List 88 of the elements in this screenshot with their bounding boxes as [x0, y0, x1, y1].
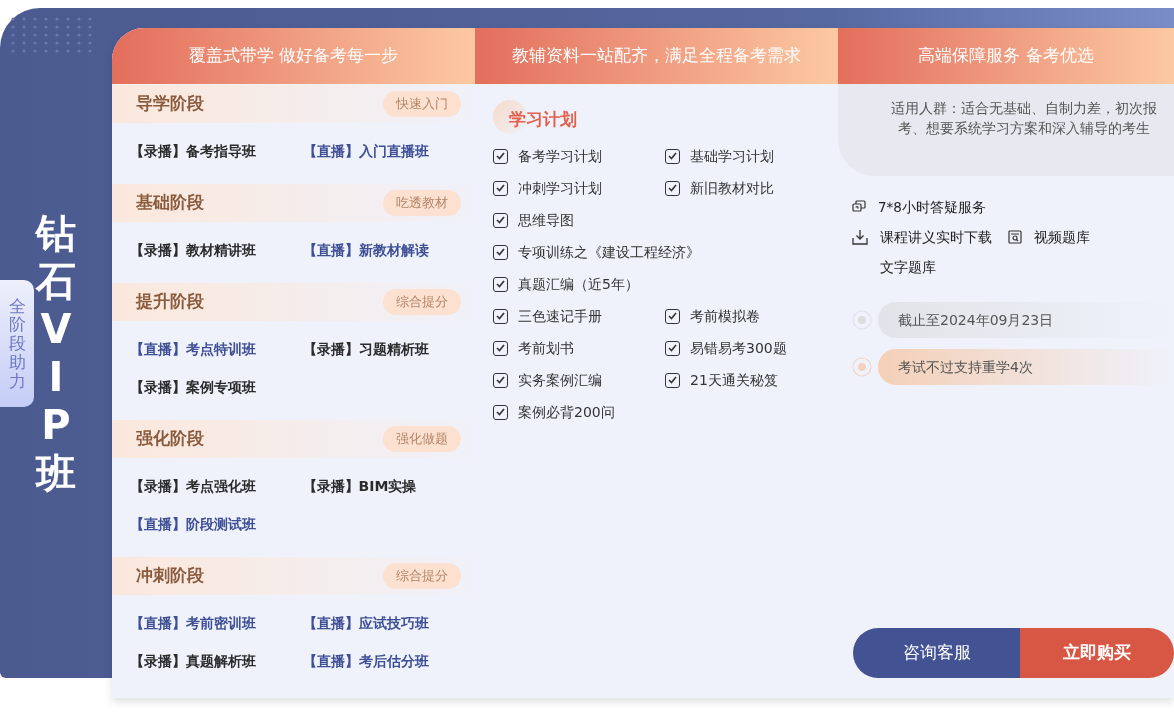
checkmark-icon: [668, 312, 677, 320]
course-link[interactable]: 【录播】备考指导班: [130, 132, 303, 170]
checkmark-icon: [496, 312, 505, 320]
checkmark-icon: [496, 216, 505, 224]
checkmark-icon: [668, 376, 677, 384]
checkmark-icon: [496, 376, 505, 384]
checkbox[interactable]: [493, 244, 508, 260]
checkbox[interactable]: [493, 212, 508, 228]
checkbox[interactable]: [665, 148, 680, 164]
benefit-label: 视频题库: [1034, 227, 1090, 247]
course-link[interactable]: 【录播】习题精析班: [302, 330, 475, 368]
material-label: 基础学习计划: [690, 146, 774, 166]
side-tab-label: 全阶段助力: [8, 296, 26, 391]
checkbox[interactable]: [493, 276, 508, 292]
course-link[interactable]: 【直播】新教材解读: [302, 231, 475, 269]
course-link[interactable]: 【直播】考点特训班: [130, 330, 303, 368]
checkbox[interactable]: [665, 180, 680, 196]
stage-title: 冲刺阶段: [136, 564, 204, 588]
course-link[interactable]: 【录播】案例专项班: [130, 368, 303, 406]
course-link[interactable]: 【录播】考点强化班: [130, 467, 303, 505]
checkmark-icon: [496, 280, 505, 288]
buy-button[interactable]: 立即购买: [1020, 628, 1174, 678]
checkmark-icon: [496, 184, 505, 192]
material-label: 备考学习计划: [518, 146, 602, 166]
checkmark-icon: [668, 344, 677, 352]
material-label: 易错易考300题: [690, 338, 787, 358]
download-icon: [852, 229, 868, 245]
material-label: 考前模拟卷: [690, 306, 760, 326]
material-label: 21天通关秘笈: [690, 370, 778, 390]
checkmark-icon: [668, 152, 677, 160]
stage-tag: 综合提分: [383, 289, 461, 315]
checkbox[interactable]: [493, 180, 508, 196]
note-pill: 考试不过支持重学4次: [878, 349, 1174, 385]
side-tab[interactable]: 全阶段助力: [0, 280, 34, 407]
checkmark-icon: [668, 184, 677, 192]
material-label: 实务案例汇编: [518, 370, 602, 390]
checkbox[interactable]: [493, 404, 508, 420]
checkbox[interactable]: [665, 308, 680, 324]
benefit-label: 课程讲义实时下载: [880, 227, 992, 247]
column-header: 教辅资料一站配齐，满足全程备考需求: [475, 28, 838, 84]
checkmark-icon: [496, 344, 505, 352]
material-label: 真题汇编（近5年）: [518, 274, 639, 294]
benefit-label: 文字题库: [880, 257, 936, 277]
course-link[interactable]: 【录播】真题解析班: [130, 642, 303, 680]
stage-tag: 强化做题: [383, 426, 461, 452]
material-label: 三色速记手册: [518, 306, 602, 326]
radio-dot-icon: [852, 357, 872, 377]
checkbox[interactable]: [665, 372, 680, 388]
radio-dot-icon: [852, 310, 872, 330]
column-header: 高端保障服务 备考优选: [838, 28, 1174, 84]
stage-tag: 快速入门: [383, 91, 461, 117]
audience-text: 适用人群：适合无基础、自制力差，初次报考、想要系统学习方案和深入辅导的考生: [890, 99, 1158, 138]
consult-button[interactable]: 咨询客服: [853, 628, 1020, 678]
stage-title: 导学阶段: [136, 92, 204, 116]
stage-tag: 综合提分: [383, 563, 461, 589]
column-header: 覆盖式带学 做好备考每一步: [112, 28, 475, 84]
material-label: 案例必背200问: [518, 402, 615, 422]
checkbox[interactable]: [493, 148, 508, 164]
checkmark-icon: [496, 408, 505, 416]
course-link[interactable]: 【直播】考前密训班: [130, 604, 303, 642]
screen-search-icon: [1008, 230, 1022, 244]
material-label: 冲刺学习计划: [518, 178, 602, 198]
stage-title: 提升阶段: [136, 290, 204, 314]
checkbox[interactable]: [493, 340, 508, 356]
materials-title: 学习计划: [509, 108, 577, 132]
material-label: 专项训练之《建设工程经济》: [518, 242, 700, 262]
chat-bubbles-icon: [852, 200, 866, 214]
checkbox[interactable]: [493, 308, 508, 324]
course-link[interactable]: 【录播】BIM实操: [302, 467, 475, 505]
course-link[interactable]: 【录播】教材精讲班: [130, 231, 303, 269]
material-label: 新旧教材对比: [690, 178, 774, 198]
note-pill: 截止至2024年09月23日: [878, 302, 1174, 338]
title-decoration: [493, 100, 527, 134]
course-link[interactable]: 【直播】阶段测试班: [130, 505, 303, 543]
product-title: 钻石VIP班: [36, 209, 76, 497]
stage-title: 基础阶段: [136, 191, 204, 215]
checkbox[interactable]: [493, 372, 508, 388]
course-link[interactable]: 【直播】入门直播班: [302, 132, 475, 170]
checkbox[interactable]: [665, 340, 680, 356]
material-label: 思维导图: [518, 210, 574, 230]
checkmark-icon: [496, 152, 505, 160]
checkmark-icon: [496, 248, 505, 256]
stage-tag: 吃透教材: [383, 190, 461, 216]
stage-title: 强化阶段: [136, 427, 204, 451]
material-label: 考前划书: [518, 338, 574, 358]
course-link[interactable]: 【直播】应试技巧班: [302, 604, 475, 642]
benefit-label: 7*8小时答疑服务: [878, 197, 986, 217]
course-link[interactable]: 【直播】考后估分班: [302, 642, 475, 680]
